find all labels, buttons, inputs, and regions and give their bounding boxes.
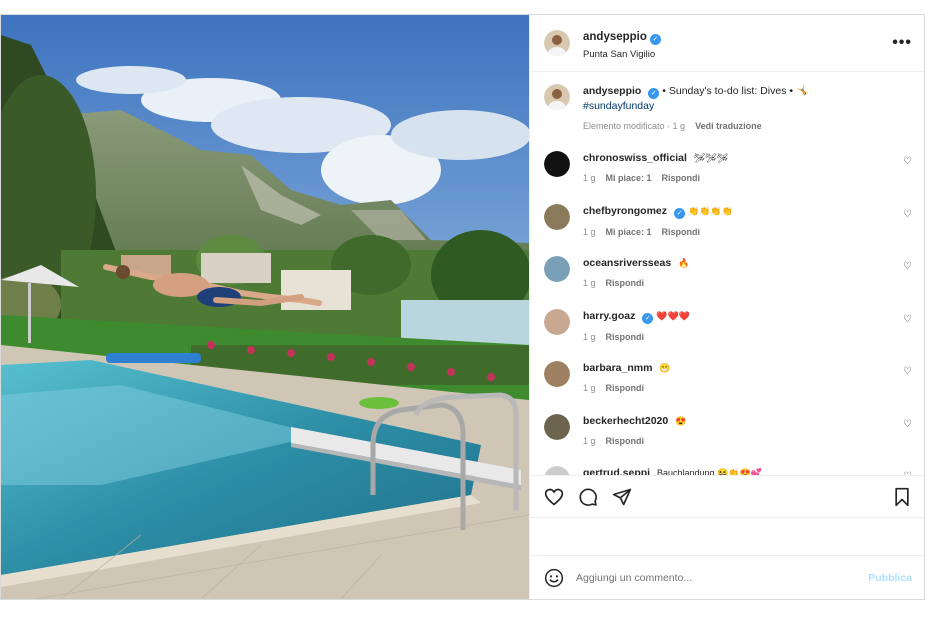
author-avatar[interactable]: [544, 30, 570, 56]
paper-plane-icon[interactable]: [612, 487, 632, 507]
publish-button[interactable]: Pubblica: [868, 572, 912, 584]
likes-section: [530, 517, 924, 555]
commenter-avatar[interactable]: [544, 256, 570, 282]
comment-time: 1 g: [583, 435, 596, 446]
comment-text: 🔥: [678, 258, 690, 268]
caption-meta: Elemento modificato · 1 g Vedi traduzion…: [583, 121, 912, 131]
caption-edited: Elemento modificato · 1 g: [583, 121, 686, 131]
comment-text-block: harry.goaz ✓ ❤️❤️❤️: [583, 309, 912, 324]
pool-dive-image: [1, 15, 529, 599]
commenter-avatar[interactable]: [544, 308, 570, 335]
comment-input[interactable]: [576, 571, 869, 584]
comment-text-block: gertrud.seppi Bauchlandung 😆👏😍💕: [583, 466, 912, 475]
commenter-username[interactable]: oceansriversseas: [583, 257, 671, 269]
caption-hashtag[interactable]: #sundayfunday: [583, 99, 912, 113]
comment-row: beckerhecht2020 😍 1 g Rispondi ♡: [544, 413, 912, 467]
emoji-icon[interactable]: [544, 568, 564, 588]
verified-badge-icon: ✓: [648, 88, 660, 99]
comments-list[interactable]: andyseppio ✓ • Sunday's to-do list: Dives…: [530, 72, 924, 475]
post-actions: [530, 475, 924, 517]
comment-time: 1 g: [583, 383, 596, 393]
comment-meta: 1 g Mi piace: 1 Rispondi: [583, 173, 912, 183]
comment-text: Bauchlandung 😆👏😍💕: [657, 468, 762, 475]
caption-username[interactable]: andyseppio: [583, 85, 641, 97]
comment-row: gertrud.seppi Bauchlandung 😆👏😍💕 ♡: [544, 466, 912, 475]
see-translation-button[interactable]: Vedi traduzione: [695, 121, 762, 131]
verified-badge-icon: ✓: [642, 312, 654, 324]
commenter-avatar[interactable]: [544, 466, 570, 475]
commenter-username[interactable]: harry.goaz: [583, 310, 635, 322]
commenter-avatar[interactable]: [544, 413, 570, 440]
comment-text: 😍: [675, 415, 687, 426]
reply-button[interactable]: Rispondi: [606, 332, 645, 342]
heart-icon[interactable]: [544, 487, 564, 507]
comment-row: oceansriversseas 🔥 1 g Rispondi ♡: [544, 256, 912, 309]
caption: andyseppio ✓ • Sunday's to-do list: Dives…: [544, 84, 912, 131]
comment-meta: 1 g Rispondi: [583, 436, 912, 446]
commenter-username[interactable]: beckerhecht2020: [583, 415, 668, 427]
caption-avatar[interactable]: [544, 84, 570, 110]
reply-button[interactable]: Rispondi: [662, 227, 701, 237]
comment-meta: 1 g Rispondi: [583, 278, 912, 288]
comment-text-block: barbara_nmm 😁: [583, 361, 912, 375]
verified-badge-icon: ✓: [674, 207, 686, 219]
comment-text-block: beckerhecht2020 😍: [583, 414, 912, 428]
comment-row: chronoswiss_official 🛩🛩🛩 1 g Mi piace: 1…: [544, 151, 912, 204]
comment-row: chefbyrongomez ✓ 👏👏👏👏 1 g Mi piace: 1 Ris…: [544, 203, 912, 257]
comment-like-icon[interactable]: ♡: [903, 366, 912, 377]
more-options-icon[interactable]: •••: [892, 34, 912, 52]
reply-button[interactable]: Rispondi: [606, 278, 645, 288]
comment-text: 👏👏👏👏: [687, 205, 733, 216]
comment-text-block: chefbyrongomez ✓ 👏👏👏👏: [583, 204, 912, 219]
comment-row: barbara_nmm 😁 1 g Rispondi ♡: [544, 361, 912, 414]
verified-badge-icon: ✓: [649, 33, 661, 45]
post-header: andyseppio ✓ Punta San Vigilio •••: [530, 15, 924, 72]
comment-text: 😁: [659, 363, 671, 373]
post-modal: andyseppio ✓ Punta San Vigilio ••• andyse…: [0, 14, 925, 600]
comment-like-icon[interactable]: ♡: [903, 209, 912, 220]
commenter-avatar[interactable]: [544, 361, 570, 387]
caption-text-block: andyseppio ✓ • Sunday's to-do list: Dives…: [583, 84, 912, 113]
comment-text: 🛩🛩🛩: [693, 153, 729, 163]
commenter-username[interactable]: barbara_nmm: [583, 362, 652, 374]
post-location[interactable]: Punta San Vigilio: [583, 49, 661, 60]
comment-likes[interactable]: Mi piace: 1: [606, 173, 652, 183]
caption-text: • Sunday's to-do list: Dives • 🤸: [662, 85, 810, 97]
reply-button[interactable]: Rispondi: [662, 173, 701, 183]
commenter-avatar[interactable]: [544, 203, 570, 230]
comment-like-icon[interactable]: ♡: [903, 314, 912, 325]
comment-row: harry.goaz ✓ ❤️❤️❤️ 1 g Rispondi ♡: [544, 308, 912, 362]
commenter-avatar[interactable]: [544, 151, 570, 177]
comment-like-icon[interactable]: ♡: [903, 261, 912, 272]
comment-time: 1 g: [583, 226, 596, 237]
comment-like-icon[interactable]: ♡: [903, 156, 912, 167]
comment-like-icon[interactable]: ♡: [903, 471, 912, 475]
commenter-username[interactable]: gertrud.seppi: [583, 467, 650, 475]
comment-text-block: oceansriversseas 🔥: [583, 256, 912, 270]
post-photo[interactable]: [1, 15, 529, 599]
add-comment-bar: Pubblica: [530, 555, 924, 599]
reply-button[interactable]: Rispondi: [606, 436, 645, 446]
comment-time: 1 g: [583, 331, 596, 342]
author-username[interactable]: andyseppio: [583, 31, 647, 43]
comment-like-icon[interactable]: ♡: [903, 419, 912, 430]
comment-likes[interactable]: Mi piace: 1: [606, 227, 652, 237]
comment-time: 1 g: [583, 278, 596, 288]
commenter-username[interactable]: chronoswiss_official: [583, 152, 687, 164]
bookmark-icon[interactable]: [892, 487, 912, 507]
comment-meta: 1 g Rispondi: [583, 332, 912, 342]
post-sidebar: andyseppio ✓ Punta San Vigilio ••• andyse…: [529, 15, 924, 599]
commenter-username[interactable]: chefbyrongomez: [583, 205, 667, 217]
reply-button[interactable]: Rispondi: [606, 383, 645, 393]
comment-icon[interactable]: [578, 487, 598, 507]
comment-time: 1 g: [583, 173, 596, 183]
comment-meta: 1 g Mi piace: 1 Rispondi: [583, 227, 912, 237]
comment-text-block: chronoswiss_official 🛩🛩🛩: [583, 151, 912, 165]
comment-meta: 1 g Rispondi: [583, 383, 912, 393]
comment-text: ❤️❤️❤️: [656, 310, 690, 321]
